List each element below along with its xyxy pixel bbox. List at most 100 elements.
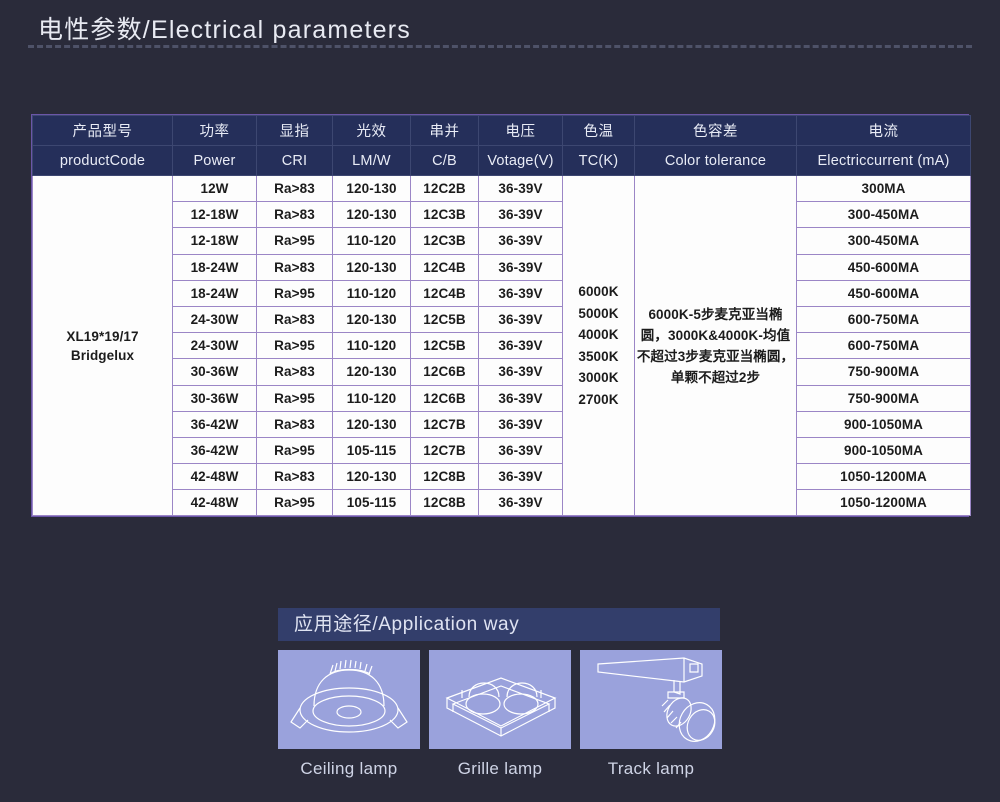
- cell-power: 30-36W: [172, 384, 257, 412]
- cell-cb: 12C5B: [410, 305, 479, 334]
- cell-lmw: 120-130: [332, 463, 411, 491]
- cell-voltage: 36-39V: [478, 279, 563, 307]
- table-row: 12-18W Ra>95 110-120 12C3B 36-39V 300-450MA: [33, 227, 971, 255]
- cell-current: 1050-1200MA: [796, 489, 971, 517]
- application-item[interactable]: Ceiling lamp: [278, 650, 420, 779]
- cell-lmw: 120-130: [332, 358, 411, 386]
- title-divider: [28, 45, 972, 48]
- cell-power: 18-24W: [172, 253, 257, 281]
- cell-color-temperature-list: 6000K 5000K 4000K 3500K 3000K 2700K: [562, 174, 635, 517]
- header-en-voltage: Votage(V): [478, 145, 563, 176]
- grille-lamp-icon: [429, 650, 571, 749]
- product-code-line-2: Bridgelux: [70, 347, 135, 363]
- header-cn-current: 电流: [796, 115, 971, 146]
- header-en-cb: C/B: [410, 145, 479, 176]
- cell-lmw: 120-130: [332, 201, 411, 229]
- cell-cri: Ra>83: [256, 358, 333, 386]
- header-en-color-tolerance: Color tolerance: [634, 145, 797, 176]
- cell-lmw: 120-130: [332, 410, 411, 438]
- header-cn-color-tolerance: 色容差: [634, 115, 797, 146]
- cell-lmw: 120-130: [332, 174, 411, 203]
- table-header-row-cn: 产品型号 功率 显指 光效 串并 电压 色温 色容差 电流: [32, 115, 971, 146]
- table-row: XL19*19/17 Bridgelux 12W Ra>83 120-130 12C2B 3…: [32, 174, 971, 517]
- color-temperature-value: 6000K: [578, 284, 619, 300]
- header-en-tck: TC(K): [562, 145, 635, 176]
- table-row: 18-24W Ra>95 110-120 12C4B 36-39V 450-600MA: [33, 279, 971, 307]
- application-item[interactable]: Track lamp: [580, 650, 722, 779]
- cell-current: 1050-1200MA: [796, 463, 971, 491]
- table-row: 30-36W Ra>95 110-120 12C6B 36-39V 750-900MA: [33, 384, 971, 412]
- cell-lmw: 110-120: [332, 227, 411, 255]
- table-row: 18-24W Ra>83 120-130 12C4B 36-39V 450-600MA: [33, 253, 971, 281]
- cell-cb: 12C6B: [410, 358, 479, 386]
- ceiling-lamp-icon: [278, 650, 420, 749]
- cell-cri: Ra>83: [256, 253, 333, 281]
- cell-voltage: 36-39V: [478, 332, 563, 360]
- cell-voltage: 36-39V: [478, 463, 563, 491]
- cell-lmw: 120-130: [332, 305, 411, 334]
- color-temperature-value: 2700K: [578, 391, 619, 407]
- cell-cb: 12C4B: [410, 279, 479, 307]
- color-temperature-value: 5000K: [578, 305, 619, 321]
- page-title: 电性参数/Electrical parameters: [38, 16, 411, 44]
- cell-current: 900-1050MA: [796, 436, 971, 465]
- cell-current: 750-900MA: [796, 358, 971, 386]
- header-en-lmw: LM/W: [332, 145, 411, 176]
- cell-current: 750-900MA: [796, 384, 971, 412]
- cell-cri: Ra>95: [256, 279, 333, 307]
- header-cn-voltage: 电压: [478, 115, 563, 146]
- color-temperature-value: 3500K: [578, 348, 619, 364]
- cell-power: 42-48W: [172, 489, 257, 517]
- table-row: 24-30W Ra>95 110-120 12C5B 36-39V 600-750MA: [33, 332, 971, 360]
- cell-cb: 12C3B: [410, 201, 479, 229]
- table-row: 42-48W Ra>83 120-130 12C8B 36-39V 1050-1200MA: [33, 463, 971, 491]
- cell-current: 600-750MA: [796, 332, 971, 360]
- cell-color-tolerance: 6000K-5步麦克亚当椭圆，3000K&4000K-均值不超过3步麦克亚当椭圆…: [634, 174, 797, 517]
- table-row: 42-48W Ra>95 105-115 12C8B 36-39V 1050-1200MA: [33, 489, 971, 517]
- cell-power: 36-42W: [172, 436, 257, 465]
- cell-voltage: 36-39V: [478, 384, 563, 412]
- cell-cb: 12C8B: [410, 489, 479, 517]
- cell-cb: 12C8B: [410, 463, 479, 491]
- table-row: 36-42W Ra>83 120-130 12C7B 36-39V 900-1050MA: [33, 410, 971, 438]
- cell-cri: Ra>83: [256, 201, 333, 229]
- table-row: 30-36W Ra>83 120-130 12C6B 36-39V 750-900MA: [33, 358, 971, 386]
- cell-power: 12-18W: [172, 227, 257, 255]
- header-en-product-code: productCode: [32, 145, 173, 176]
- cell-voltage: 36-39V: [478, 410, 563, 438]
- cell-lmw: 105-115: [332, 489, 411, 517]
- cell-cb: 12C2B: [410, 174, 479, 203]
- cell-power: 12-18W: [172, 201, 257, 229]
- cell-cb: 12C7B: [410, 410, 479, 438]
- header-en-cri: CRI: [256, 145, 333, 176]
- cell-current: 300-450MA: [796, 227, 971, 255]
- header-en-power: Power: [172, 145, 257, 176]
- cell-current: 600-750MA: [796, 305, 971, 334]
- cell-lmw: 110-120: [332, 332, 411, 360]
- cell-power: 12W: [172, 174, 257, 203]
- cell-current: 300MA: [796, 174, 971, 203]
- table-body: XL19*19/17 Bridgelux 12W Ra>83 120-130 12C2B 3…: [32, 174, 971, 517]
- cell-cri: Ra>95: [256, 489, 333, 517]
- cell-voltage: 36-39V: [478, 489, 563, 517]
- cell-cri: Ra>95: [256, 227, 333, 255]
- table-row: 24-30W Ra>83 120-130 12C5B 36-39V 600-750MA: [33, 305, 971, 334]
- cell-current: 450-600MA: [796, 279, 971, 307]
- cell-product-code: XL19*19/17 Bridgelux: [32, 174, 173, 517]
- application-item-label: Ceiling lamp: [300, 759, 398, 778]
- cell-voltage: 36-39V: [478, 227, 563, 255]
- header-cn-lmw: 光效: [332, 115, 411, 146]
- header-en-current: Electriccurrent (mA): [796, 145, 971, 176]
- color-temperature-value: 3000K: [578, 370, 619, 386]
- cell-cri: Ra>83: [256, 463, 333, 491]
- cell-cri: Ra>95: [256, 332, 333, 360]
- application-item[interactable]: Grille lamp: [429, 650, 571, 779]
- table-row: 36-42W Ra>95 105-115 12C7B 36-39V 900-1050MA: [33, 436, 971, 465]
- application-way-section: 应用途径/Application way Ceiling lamp Grille …: [278, 608, 722, 779]
- cell-cri: Ra>95: [256, 384, 333, 412]
- cell-power: 36-42W: [172, 410, 257, 438]
- color-temperature-value: 4000K: [578, 327, 619, 343]
- cell-current: 900-1050MA: [796, 410, 971, 438]
- cell-cb: 12C5B: [410, 332, 479, 360]
- cell-current: 450-600MA: [796, 253, 971, 281]
